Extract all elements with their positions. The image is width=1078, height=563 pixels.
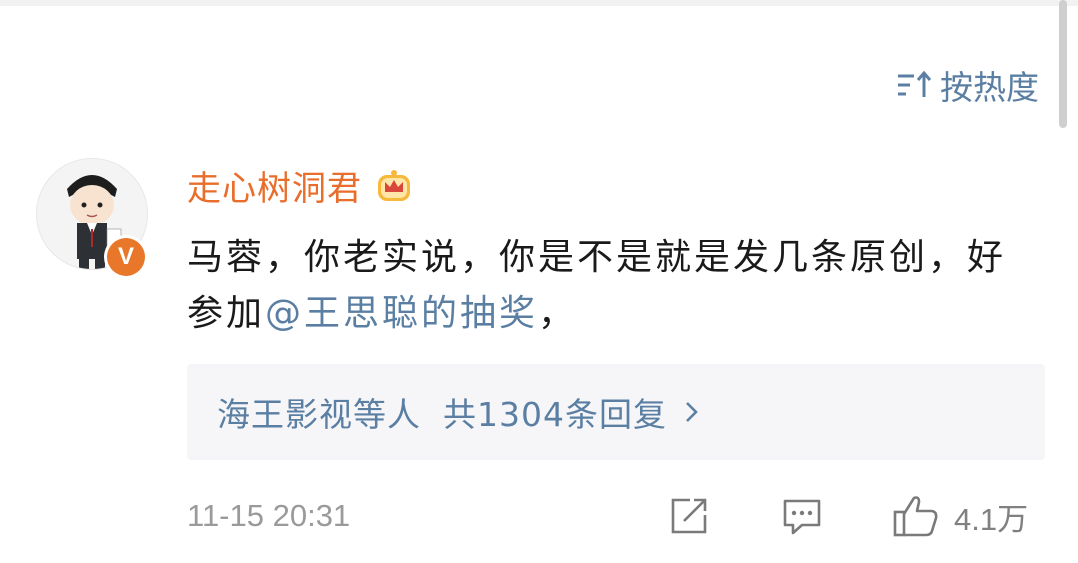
like-count: 4.1万 (954, 501, 1029, 537)
comment-page: 按热度 V 走心树洞君 马蓉，你老实说，你是不是就是发几条原创，好参加@王思聪的… (0, 0, 1078, 563)
comment-icon (780, 495, 824, 537)
crown-icon (362, 165, 414, 205)
comment-text: 马蓉，你老实说，你是不是就是发几条原创，好参加@王思聪的抽奖， (187, 230, 1017, 342)
share-icon (668, 495, 710, 537)
mention-link[interactable]: @王思聪的抽奖 (265, 293, 538, 334)
like-button[interactable]: 4.1万 (892, 490, 1028, 542)
chevron-right-icon (667, 398, 701, 426)
username[interactable]: 走心树洞君 (187, 161, 362, 210)
verified-badge: V (104, 235, 148, 279)
sort-icon (896, 70, 940, 100)
verified-v-icon: V (107, 238, 145, 276)
sort-by-hot-button[interactable]: 按热度 (896, 62, 1039, 108)
scrollbar[interactable] (1059, 0, 1067, 128)
reply-button[interactable] (780, 490, 824, 542)
share-button[interactable] (668, 490, 710, 542)
comment-tail: ， (538, 293, 578, 334)
comment-header: 走心树洞君 (187, 160, 414, 210)
reply-participants: 海王影视等人 (217, 395, 421, 434)
replies-summary[interactable]: 海王影视等人 共1304条回复 (187, 364, 1045, 460)
comment-timestamp: 11-15 20:31 (187, 498, 351, 533)
reply-count: 共1304条回复 (443, 395, 667, 434)
thumbs-up-icon (892, 493, 940, 539)
top-divider (0, 0, 1078, 6)
sort-label: 按热度 (940, 68, 1039, 107)
